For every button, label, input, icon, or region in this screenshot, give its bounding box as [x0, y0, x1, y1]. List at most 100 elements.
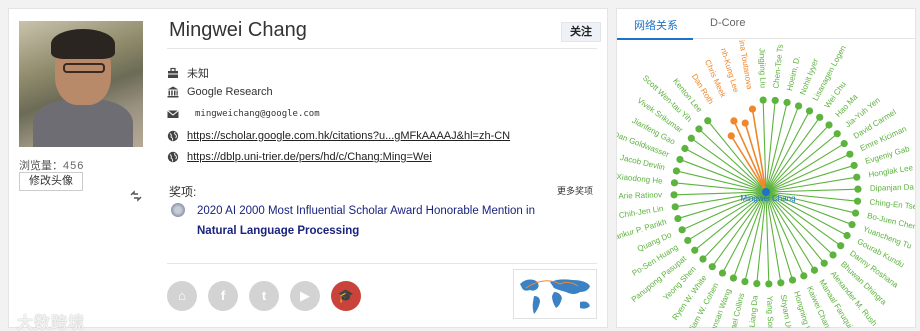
center-node-label: Mingwei Chang: [740, 194, 795, 203]
network-edge: [744, 191, 767, 282]
network-node[interactable]: [674, 214, 682, 223]
more-awards-link[interactable]: 更多奖项: [557, 184, 593, 197]
profile-page: 浏览量：456 修改头像 Mingwei Chang 关注 未知 Google …: [0, 0, 920, 331]
avatar[interactable]: [19, 21, 143, 147]
network-node-label[interactable]: Arie Ratinov: [618, 190, 662, 200]
network-node[interactable]: [850, 161, 858, 170]
network-node[interactable]: [678, 226, 686, 234]
profile-card: 浏览量：456 修改头像 Mingwei Chang 关注 未知 Google …: [8, 8, 608, 331]
network-node-label[interactable]: Chen-Tse Ts: [772, 44, 785, 89]
network-node-label[interactable]: Yang Song: [765, 296, 775, 328]
facebook-icon[interactable]: f: [208, 281, 238, 311]
network-node[interactable]: [729, 274, 738, 282]
world-map-thumbnail[interactable]: [513, 269, 597, 319]
network-node[interactable]: [671, 203, 679, 211]
network-node[interactable]: [843, 231, 851, 240]
watermark-logo: 大数跨境: [17, 315, 86, 331]
network-node[interactable]: [681, 144, 689, 153]
youtube-icon[interactable]: ▶: [290, 281, 320, 311]
network-node-label[interactable]: Jingjing Liu: [757, 48, 767, 88]
network-node[interactable]: [854, 185, 862, 193]
scholar-row: https://scholar.google.com.hk/citations?…: [167, 130, 510, 142]
network-node[interactable]: [853, 197, 862, 205]
network-node-label[interactable]: Ching-En Tse: [869, 198, 915, 212]
network-node[interactable]: [765, 280, 773, 288]
network-node-label[interactable]: Dipanjan Da: [870, 183, 915, 193]
network-node[interactable]: [777, 279, 785, 287]
network-node[interactable]: [718, 269, 727, 277]
network-node[interactable]: [741, 119, 749, 127]
network-edge: [676, 170, 767, 193]
network-node[interactable]: [704, 117, 712, 125]
network-node[interactable]: [684, 236, 692, 245]
mail-icon: [167, 108, 179, 120]
network-node[interactable]: [759, 96, 767, 104]
network-node[interactable]: [708, 263, 716, 271]
globe-icon: [167, 151, 179, 163]
network-node[interactable]: [805, 107, 814, 115]
network-node-label[interactable]: Hoeim, D.: [785, 55, 802, 92]
network-node[interactable]: [853, 173, 861, 181]
profile-name: Mingwei Chang: [169, 19, 307, 41]
awards-heading: 奖项:: [169, 185, 197, 199]
medal-icon: [171, 203, 185, 217]
email-row: mingweichang@google.com: [167, 108, 320, 120]
network-node[interactable]: [783, 98, 791, 107]
network-node[interactable]: [748, 105, 757, 113]
tab-network[interactable]: 网络关系: [634, 17, 678, 33]
social-links: ⌂ f t ▶ 🎓: [167, 281, 361, 311]
network-node[interactable]: [695, 125, 703, 133]
network-node[interactable]: [699, 255, 707, 263]
twitter-icon[interactable]: t: [249, 281, 279, 311]
network-node[interactable]: [851, 209, 860, 217]
network-edge: [765, 102, 788, 193]
award-line-1: 2020 AI 2000 Most Influential Scholar Aw…: [197, 205, 535, 217]
network-node[interactable]: [691, 246, 699, 254]
network-node[interactable]: [794, 102, 803, 110]
network-node[interactable]: [833, 130, 841, 138]
position-text: 未知: [187, 68, 209, 80]
network-node-label[interactable]: Xiaodong He: [617, 172, 664, 186]
network-node-label[interactable]: Shyam Upad: [779, 294, 795, 328]
network-node[interactable]: [800, 272, 808, 280]
network-node-label[interactable]: Honglak Lee: [868, 163, 914, 179]
network-node[interactable]: [848, 220, 856, 229]
network-node[interactable]: [840, 139, 848, 148]
network-node[interactable]: [810, 266, 819, 274]
follow-button[interactable]: 关注: [561, 22, 601, 42]
position-row: 未知: [167, 65, 209, 81]
tab-dcore[interactable]: D-Core: [710, 17, 745, 29]
network-node[interactable]: [837, 242, 845, 250]
network-node[interactable]: [816, 113, 824, 121]
network-node-label[interactable]: Yi-Liang Da: [747, 294, 760, 328]
network-node[interactable]: [820, 259, 828, 267]
network-node[interactable]: [846, 150, 854, 158]
network-node-label[interactable]: Chih-Jen Lin: [618, 204, 664, 220]
network-node[interactable]: [825, 121, 833, 129]
network-node[interactable]: [727, 132, 735, 140]
institution-icon: [167, 86, 179, 98]
network-node[interactable]: [687, 134, 695, 142]
network-node[interactable]: [753, 279, 761, 288]
network-node[interactable]: [676, 155, 684, 164]
divider: [167, 263, 597, 264]
refresh-icon[interactable]: [129, 189, 143, 203]
network-node[interactable]: [670, 191, 678, 199]
scholar-link[interactable]: https://scholar.google.com.hk/citations?…: [187, 130, 510, 142]
network-node[interactable]: [829, 251, 837, 259]
coauthor-network-graph[interactable]: Chen-Tse Ts Hoeim, D.Nohit IyyerLisanagen…: [617, 40, 915, 328]
dblp-row: https://dblp.uni-trier.de/pers/hd/c/Chan…: [167, 151, 432, 163]
network-node-label[interactable]: Lisanagen Logen: [811, 44, 848, 102]
briefcase-icon: [167, 67, 179, 79]
network-node[interactable]: [730, 117, 738, 125]
network-node[interactable]: [741, 277, 749, 286]
dblp-link[interactable]: https://dblp.uni-trier.de/pers/hd/c/Chan…: [187, 151, 432, 163]
change-avatar-button[interactable]: 修改头像: [19, 172, 83, 191]
home-icon[interactable]: ⌂: [167, 281, 197, 311]
email-text[interactable]: mingweichang@google.com: [195, 109, 320, 119]
network-node[interactable]: [672, 167, 681, 175]
network-node[interactable]: [670, 179, 679, 187]
network-node[interactable]: [788, 276, 797, 284]
network-node[interactable]: [771, 96, 779, 105]
scholar-cap-icon[interactable]: 🎓: [331, 281, 361, 311]
